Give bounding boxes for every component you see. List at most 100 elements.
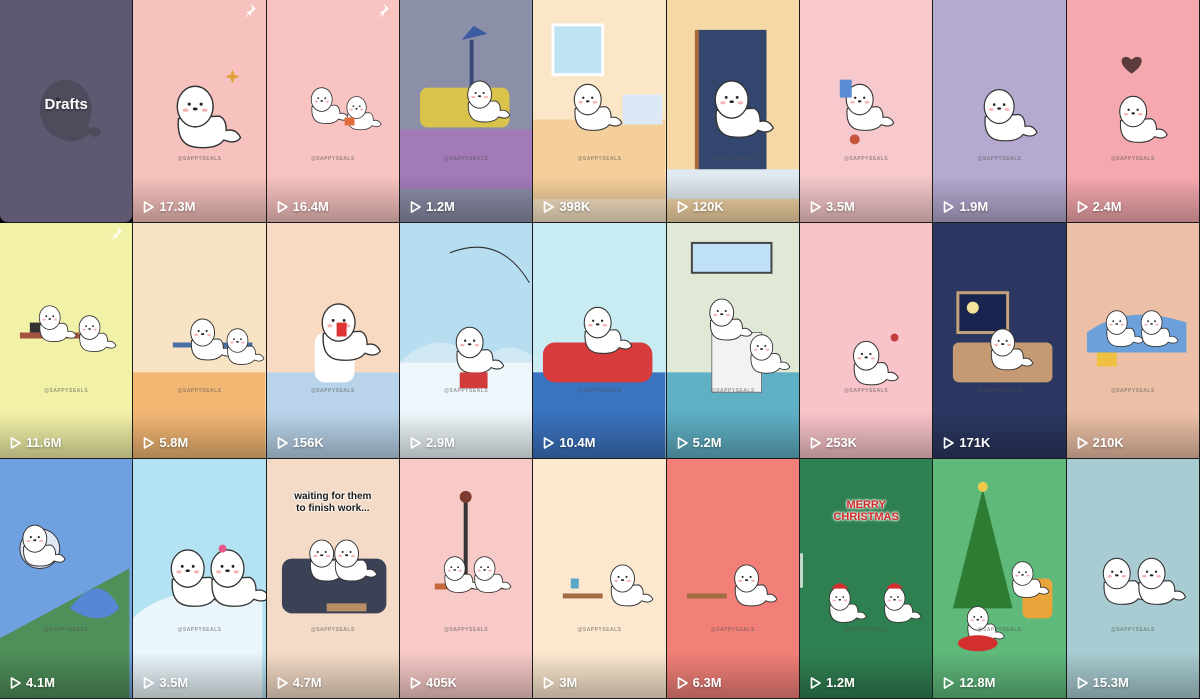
play-icon bbox=[543, 200, 555, 213]
play-icon bbox=[277, 200, 288, 213]
play-icon bbox=[677, 436, 688, 449]
watermark-text: @SAPPYSEALS bbox=[444, 388, 489, 394]
video-tile[interactable]: @SAPPYSEALS 253K bbox=[799, 223, 934, 459]
view-count-label: 156K bbox=[292, 435, 324, 450]
watermark-text: @SAPPYSEALS bbox=[577, 627, 622, 633]
view-count: 5.2M bbox=[677, 435, 722, 450]
watermark-text: @SAPPYSEALS bbox=[177, 627, 222, 633]
video-tile[interactable]: @SAPPYSEALS 12.8M bbox=[933, 459, 1067, 699]
watermark-text: @SAPPYSEALS bbox=[310, 156, 355, 162]
play-icon bbox=[943, 436, 955, 449]
video-tile[interactable]: @SAPPYSEALS 3.5M bbox=[133, 459, 267, 699]
view-count-label: 2.4M bbox=[1092, 199, 1122, 214]
video-tile[interactable]: @SAPPYSEALS 10.4M bbox=[533, 223, 667, 459]
view-count: 1.9M bbox=[943, 199, 988, 214]
view-count: 398K bbox=[543, 199, 590, 214]
view-count-label: 12.8M bbox=[959, 675, 996, 690]
view-count: 12.8M bbox=[943, 675, 995, 690]
video-tile[interactable]: waiting for them to finish work... @SAPPYS… bbox=[266, 459, 400, 699]
view-count-label: 4.7M bbox=[292, 675, 322, 690]
view-count-label: 210K bbox=[1092, 435, 1124, 450]
view-count-label: 2.9M bbox=[425, 435, 455, 450]
view-count: 2.9M bbox=[410, 435, 455, 450]
video-tile[interactable]: @SAPPYSEALS 398K bbox=[533, 0, 667, 223]
view-count-label: 15.3M bbox=[1092, 675, 1129, 690]
play-icon bbox=[543, 436, 555, 449]
watermark-text: @SAPPYSEALS bbox=[977, 388, 1022, 394]
watermark-text: @SAPPYSEALS bbox=[844, 388, 889, 394]
video-tile[interactable]: @SAPPYSEALS 6.3M bbox=[666, 459, 800, 699]
view-count-label: 16.4M bbox=[292, 199, 329, 214]
view-count-label: 1.2M bbox=[825, 675, 855, 690]
play-icon bbox=[1077, 676, 1088, 689]
watermark-text: @SAPPYSEALS bbox=[844, 156, 889, 162]
view-count: 3M bbox=[543, 675, 577, 690]
play-icon bbox=[143, 436, 155, 449]
view-count: 3.5M bbox=[143, 675, 188, 690]
video-tile[interactable]: @SAPPYSEALS 5.8M bbox=[133, 223, 267, 459]
video-tile[interactable]: @SAPPYSEALS 2.4M bbox=[1066, 0, 1200, 223]
drafts-tile[interactable]: Drafts bbox=[0, 0, 134, 223]
video-tile[interactable]: @SAPPYSEALS 210K bbox=[1066, 223, 1200, 459]
play-icon bbox=[410, 676, 421, 689]
view-count: 120K bbox=[677, 199, 724, 214]
view-count-label: 3.5M bbox=[825, 199, 855, 214]
video-tile[interactable]: @SAPPYSEALS 15.3M bbox=[1066, 459, 1200, 699]
watermark-text: @SAPPYSEALS bbox=[444, 156, 489, 162]
watermark-text: @SAPPYSEALS bbox=[310, 627, 355, 633]
video-tile[interactable]: @SAPPYSEALS 405K bbox=[399, 459, 534, 699]
play-icon bbox=[410, 200, 421, 213]
video-tile[interactable]: @SAPPYSEALS 4.1M bbox=[0, 459, 134, 699]
view-count-label: 1.2M bbox=[425, 199, 455, 214]
view-count-label: 1.9M bbox=[959, 199, 989, 214]
caption-line: to finish work... bbox=[296, 503, 370, 514]
video-tile[interactable]: @SAPPYSEALS 16.4M bbox=[266, 0, 400, 223]
video-tile[interactable]: @SAPPYSEALS 3.5M bbox=[799, 0, 934, 223]
play-icon bbox=[410, 436, 421, 449]
play-icon bbox=[677, 676, 688, 689]
view-count: 16.4M bbox=[277, 199, 329, 214]
watermark-text: @SAPPYSEALS bbox=[444, 627, 489, 633]
watermark-text: @SAPPYSEALS bbox=[577, 388, 622, 394]
view-count: 210K bbox=[1077, 435, 1124, 450]
view-count-label: 5.2M bbox=[692, 435, 722, 450]
video-tile[interactable]: @SAPPYSEALS 3M bbox=[533, 459, 667, 699]
video-grid: Drafts @SAPPYSEALS 17.3M @SAPPYSEALS 16.4M bbox=[0, 0, 1200, 699]
video-tile[interactable]: @SAPPYSEALS 1.2M bbox=[399, 0, 534, 223]
view-count: 253K bbox=[810, 435, 857, 450]
watermark-text: @SAPPYSEALS bbox=[1110, 388, 1155, 394]
pin-icon bbox=[109, 226, 123, 241]
watermark-text: @SAPPYSEALS bbox=[577, 156, 622, 162]
view-count: 4.1M bbox=[10, 675, 55, 690]
video-tile[interactable]: @SAPPYSEALS 156K bbox=[266, 223, 400, 459]
video-tile[interactable]: @SAPPYSEALS 120K bbox=[666, 0, 800, 223]
video-tile[interactable]: @SAPPYSEALS 11.6M bbox=[0, 223, 134, 459]
watermark-text: @SAPPYSEALS bbox=[1110, 156, 1155, 162]
view-count: 405K bbox=[410, 675, 457, 690]
view-count: 10.4M bbox=[543, 435, 595, 450]
christmas-greeting: MERRY CHRISTMAS bbox=[800, 499, 932, 523]
video-tile[interactable]: MERRY CHRISTMAS @SAPPYSEALS 1.2M bbox=[799, 459, 934, 699]
watermark-text: @SAPPYSEALS bbox=[177, 156, 222, 162]
video-tile[interactable]: @SAPPYSEALS 5.2M bbox=[666, 223, 800, 459]
view-count-label: 6.3M bbox=[692, 675, 722, 690]
play-icon bbox=[10, 436, 21, 449]
view-count-label: 17.3M bbox=[159, 199, 196, 214]
view-count: 156K bbox=[277, 435, 324, 450]
play-icon bbox=[143, 200, 155, 213]
view-count-label: 5.8M bbox=[159, 435, 189, 450]
scrollbar[interactable] bbox=[800, 553, 803, 588]
view-count-label: 120K bbox=[692, 199, 724, 214]
view-count-label: 4.1M bbox=[26, 675, 55, 690]
video-tile[interactable]: @SAPPYSEALS 2.9M bbox=[399, 223, 534, 459]
view-count-label: 171K bbox=[959, 435, 991, 450]
video-tile[interactable]: @SAPPYSEALS 171K bbox=[933, 223, 1067, 459]
video-tile[interactable]: @SAPPYSEALS 17.3M bbox=[133, 0, 267, 223]
view-count-label: 3M bbox=[559, 675, 578, 690]
watermark-text: @SAPPYSEALS bbox=[310, 388, 355, 394]
play-icon bbox=[810, 676, 821, 689]
video-caption: waiting for them to finish work... bbox=[267, 491, 399, 515]
play-icon bbox=[277, 436, 288, 449]
video-tile[interactable]: @SAPPYSEALS 1.9M bbox=[933, 0, 1067, 223]
watermark-text: @SAPPYSEALS bbox=[710, 627, 755, 633]
